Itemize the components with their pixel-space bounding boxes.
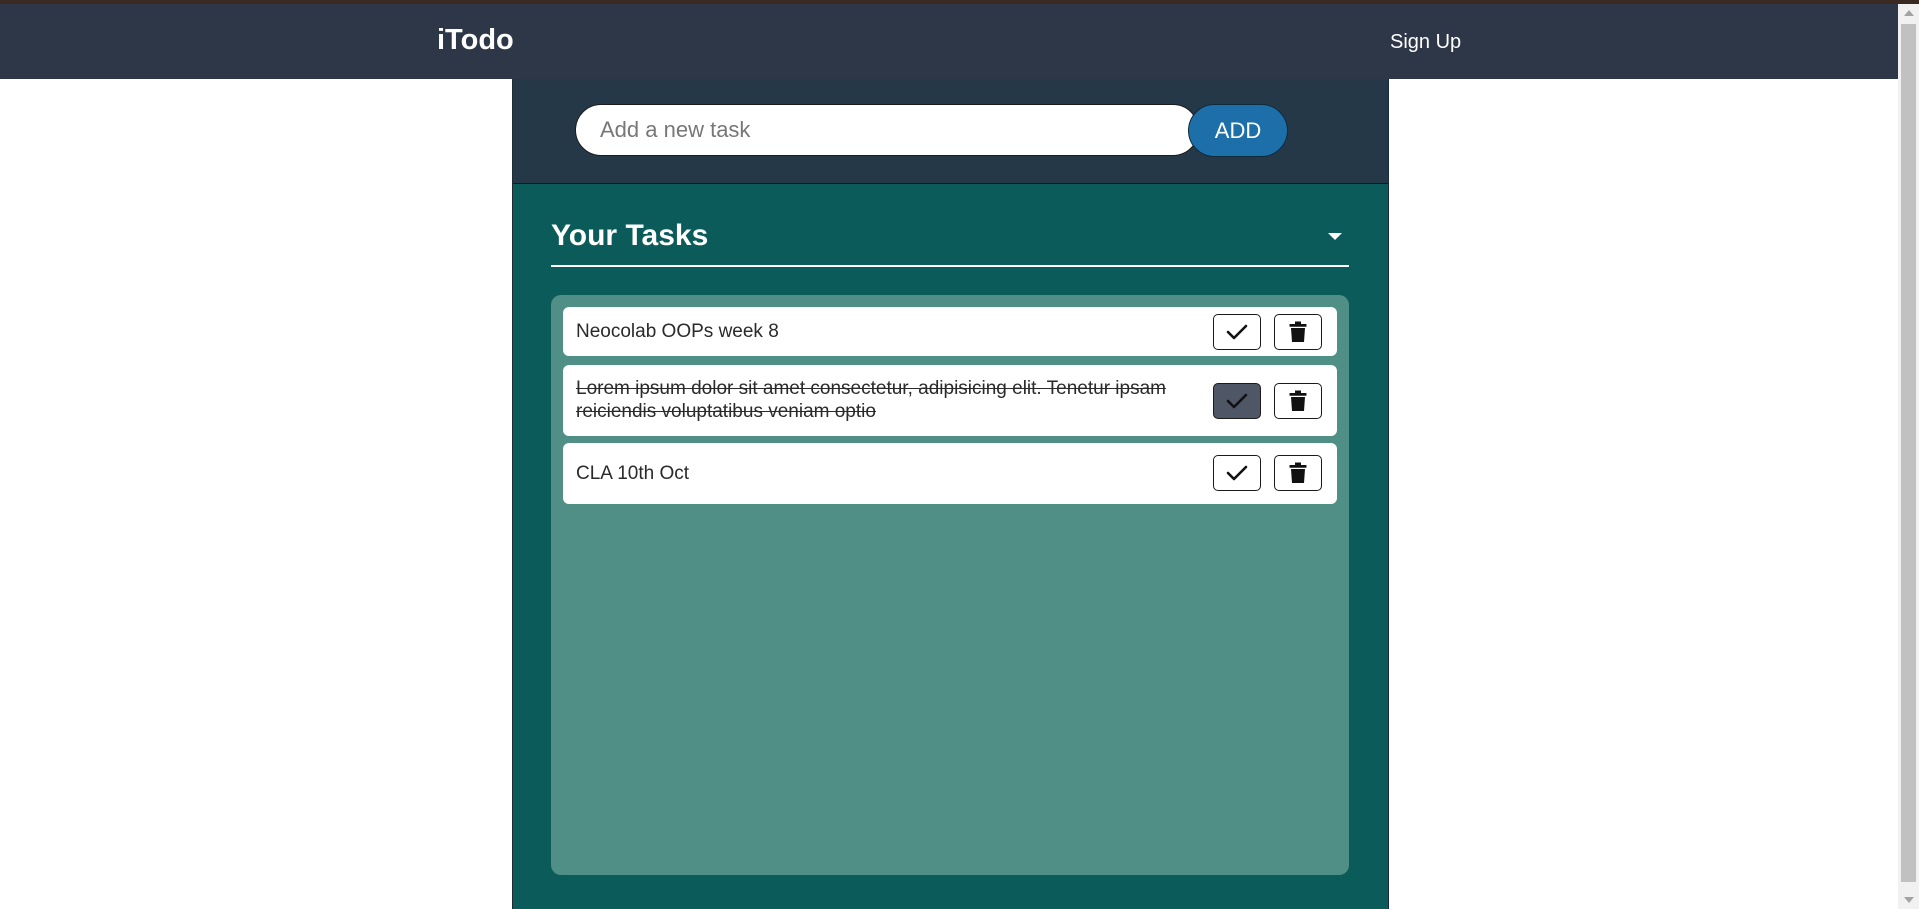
complete-task-button[interactable] (1213, 455, 1261, 491)
page-scrollbar[interactable] (1898, 4, 1919, 909)
task-item: Neocolab OOPs week 8 (563, 307, 1337, 356)
caret-down-icon[interactable] (1328, 233, 1342, 240)
check-icon (1226, 465, 1248, 481)
tasks-title: Your Tasks (551, 219, 709, 252)
task-item: Lorem ipsum dolor sit amet consectetur, … (563, 365, 1337, 436)
delete-task-button[interactable] (1274, 455, 1322, 491)
trash-icon (1289, 462, 1307, 483)
task-text-completed: Lorem ipsum dolor sit amet consectetur, … (576, 378, 1166, 422)
todo-panel: ADD Your Tasks Neocolab OOPs week 8 Lore (512, 79, 1389, 909)
complete-task-button[interactable] (1213, 314, 1261, 350)
check-icon (1226, 393, 1248, 409)
brand-logo[interactable]: iTodo (437, 24, 514, 57)
signup-link[interactable]: Sign Up (1390, 31, 1461, 54)
delete-task-button[interactable] (1274, 383, 1322, 419)
task-text: Neocolab OOPs week 8 (576, 321, 779, 342)
task-text: CLA 10th Oct (576, 463, 690, 484)
check-icon (1226, 324, 1248, 340)
add-task-button[interactable]: ADD (1188, 104, 1288, 157)
scroll-down-arrow-icon[interactable] (1904, 897, 1914, 903)
scroll-thumb[interactable] (1901, 24, 1916, 882)
task-list: Neocolab OOPs week 8 Lorem ipsum dolor s… (551, 295, 1349, 875)
tasks-header: Your Tasks (551, 219, 1349, 267)
task-item: CLA 10th Oct (563, 443, 1337, 504)
task-input-area: ADD (513, 79, 1388, 184)
trash-icon (1289, 390, 1307, 411)
navbar: iTodo Sign Up (0, 4, 1898, 79)
new-task-input[interactable] (575, 104, 1199, 156)
trash-icon (1289, 321, 1307, 342)
delete-task-button[interactable] (1274, 314, 1322, 350)
complete-task-button[interactable] (1213, 383, 1261, 419)
scroll-up-arrow-icon[interactable] (1904, 10, 1914, 16)
